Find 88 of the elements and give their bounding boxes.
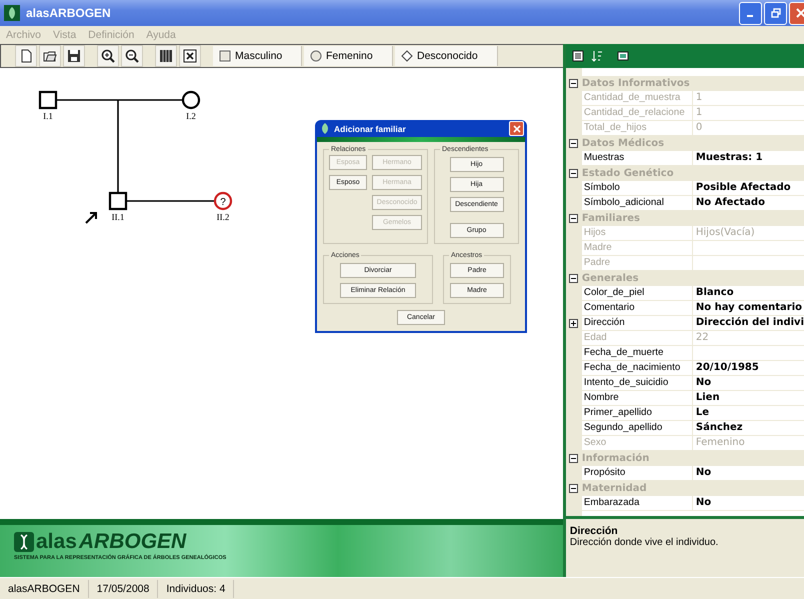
minimize-button[interactable] <box>739 2 762 24</box>
description-text: Dirección donde vive el individuo. <box>570 537 720 548</box>
question-mark: ? <box>220 197 226 208</box>
property-value: No <box>696 497 712 508</box>
property-name[interactable]: Primer_apellido <box>582 406 693 421</box>
property-name[interactable]: Intento_de_suicidio <box>582 376 693 391</box>
list-icon <box>572 50 584 62</box>
window-title: alasARBOGEN <box>26 6 112 20</box>
minimize-icon <box>746 15 752 17</box>
dialog-title: Adicionar familiar <box>334 124 407 134</box>
close-button[interactable] <box>509 121 524 136</box>
logo-text: ARBOGEN <box>78 531 186 553</box>
property-value: Blanco <box>696 287 734 298</box>
leaf-icon <box>4 5 20 21</box>
male-symbol[interactable] <box>38 90 58 110</box>
individual-label: II.1 <box>112 212 124 222</box>
shape-button[interactable]: Desconocido <box>395 46 498 66</box>
delete-button[interactable] <box>179 45 201 67</box>
property-value: Posible Afectado <box>696 182 791 193</box>
close-icon <box>796 8 804 18</box>
category-title: Estado Genético <box>582 168 674 179</box>
male-symbol[interactable] <box>108 192 128 210</box>
status-text: 17/05/2008 <box>88 580 158 598</box>
sort-icon <box>590 50 603 62</box>
collapse-icon[interactable] <box>568 274 578 283</box>
property-value: Le <box>696 407 710 418</box>
property-value: 20/10/1985 <box>696 362 759 373</box>
leaf-icon <box>320 123 330 134</box>
open-button[interactable] <box>39 45 61 67</box>
property-value: 22 <box>696 332 709 343</box>
individual-label: II.2 <box>216 212 230 222</box>
category-title: Datos Informativos <box>582 78 690 89</box>
shape-button[interactable]: Femenino <box>304 46 393 66</box>
logo-text: alas <box>36 531 77 553</box>
property-value: No Afectado <box>696 197 765 208</box>
restore-icon <box>770 8 780 18</box>
female-symbol[interactable] <box>182 90 200 110</box>
property-name[interactable]: Fecha_de_muerte <box>582 346 693 361</box>
collapse-icon[interactable] <box>568 484 578 493</box>
individual-label: I.1 <box>43 111 53 121</box>
categorized-button[interactable] <box>570 48 586 64</box>
property-name[interactable]: Símbolo <box>582 181 693 196</box>
dna-logo-icon <box>14 532 34 552</box>
property-name[interactable]: Embarazada <box>582 496 693 511</box>
property-value: Hijos(Vacía) <box>696 227 755 238</box>
property-value: 1 <box>696 92 702 103</box>
shape-button[interactable]: Masculino <box>213 46 302 66</box>
collapse-icon[interactable] <box>568 454 578 463</box>
property-value: No <box>696 377 712 388</box>
restore-button[interactable] <box>764 2 787 24</box>
collapse-icon[interactable] <box>568 139 578 148</box>
property-value: Lien <box>696 392 720 403</box>
property-value: No <box>696 467 712 478</box>
status-text: alasARBOGEN <box>0 580 89 598</box>
female-symbol[interactable] <box>214 192 232 210</box>
category-title: Información <box>582 453 650 464</box>
zoom-out-button[interactable] <box>121 45 143 67</box>
category-title: Datos Médicos <box>582 138 664 149</box>
property-name[interactable]: Comentario <box>582 301 693 316</box>
category-title: Maternidad <box>582 483 647 494</box>
property-name[interactable]: Dirección <box>582 316 693 331</box>
close-icon <box>512 124 520 132</box>
property-value: Dirección del indivi <box>696 317 804 328</box>
property-value: No hay comentario <box>696 302 802 313</box>
property-pages-icon <box>616 50 629 62</box>
property-name[interactable]: Segundo_apellido <box>582 421 693 436</box>
property-name[interactable]: Nombre <box>582 391 693 406</box>
property-value: 0 <box>696 122 702 133</box>
collapse-icon[interactable] <box>568 79 578 88</box>
collapse-icon[interactable] <box>568 169 578 178</box>
property-value: 1 <box>696 107 702 118</box>
collapse-icon[interactable] <box>568 214 578 223</box>
individual-label: I.2 <box>186 111 196 121</box>
columns-button[interactable] <box>155 45 177 67</box>
property-name[interactable]: Color_de_piel <box>582 286 693 301</box>
new-file-button[interactable] <box>15 45 37 67</box>
property-value: Sánchez <box>696 422 743 433</box>
description-title: Dirección <box>570 525 619 537</box>
status-text: Individuos: 4 <box>158 580 234 598</box>
category-title: Familiares <box>582 213 640 224</box>
zoom-in-button[interactable] <box>97 45 119 67</box>
save-button[interactable] <box>63 45 85 67</box>
property-value: Femenino <box>696 437 745 448</box>
sort-button[interactable] <box>588 48 605 64</box>
expand-icon[interactable] <box>569 319 578 328</box>
category-title: Generales <box>582 273 639 284</box>
property-name[interactable]: Fecha_de_nacimiento <box>582 361 693 376</box>
property-value: Muestras: 1 <box>696 152 763 163</box>
